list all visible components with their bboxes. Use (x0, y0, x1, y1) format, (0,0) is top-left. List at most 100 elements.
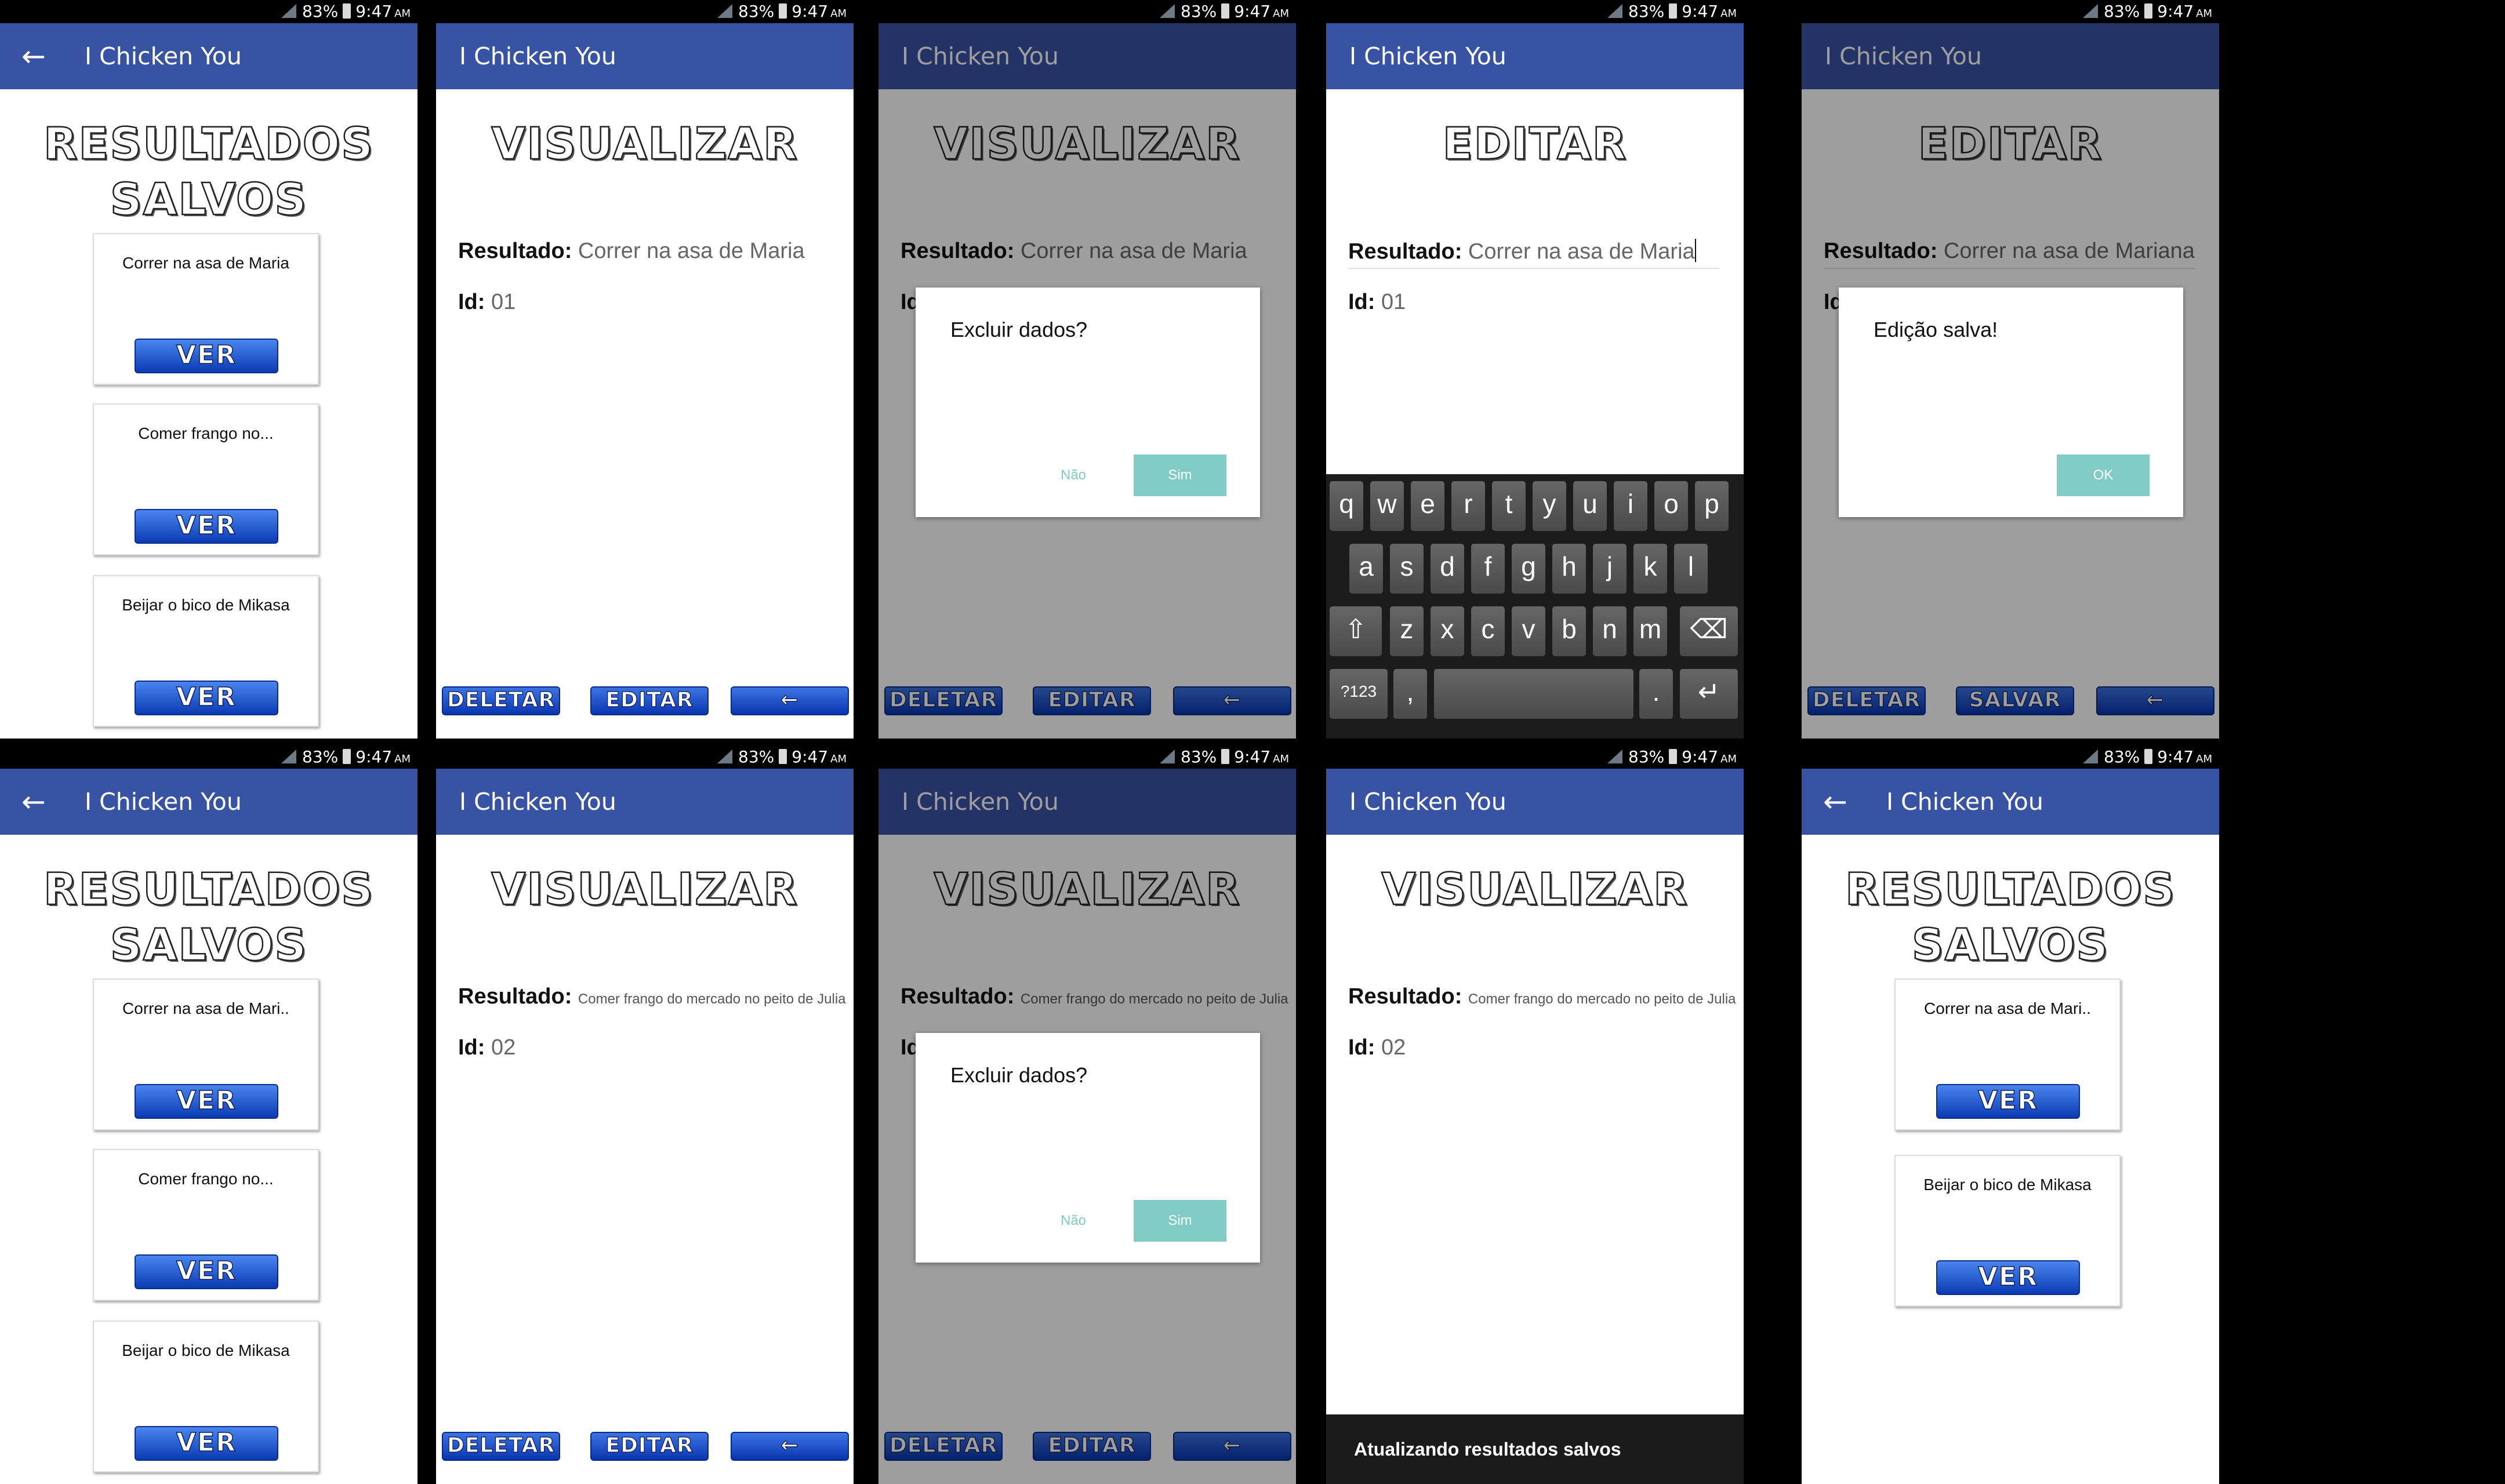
key-o[interactable]: o (1654, 481, 1688, 531)
screen-view-delete-dialog: 83% 9:47 AM I Chicken You VISUALIZAR Resul… (878, 745, 1296, 1484)
key-d[interactable]: d (1431, 544, 1464, 594)
key-i[interactable]: i (1614, 481, 1647, 531)
card-title: Comer frango no... (138, 1170, 274, 1188)
app-title: I Chicken You (1349, 42, 1506, 70)
dialog-no-button[interactable]: Não (1061, 467, 1086, 483)
app-bar: I Chicken You (1326, 23, 1744, 89)
edit-button[interactable]: EDITAR (590, 1432, 709, 1461)
app-bar: ← I Chicken You (0, 769, 418, 835)
snackbar: Atualizando resultados salvos (1326, 1414, 1744, 1484)
status-bar: 83% 9:47 AM (0, 0, 418, 23)
dialog-message: Excluir dados? (950, 318, 1088, 341)
battery-icon (779, 3, 787, 19)
card-title: Beijar o bico de Mikasa (1923, 1176, 2092, 1194)
view-button[interactable]: VER (135, 509, 278, 544)
key-r[interactable]: r (1451, 481, 1485, 531)
status-bar: 83% 9:47 AM (1802, 0, 2219, 23)
result-field: Resultado: Comer frango do mercado no pe… (458, 984, 846, 1009)
key-l[interactable]: l (1674, 544, 1708, 594)
key-h[interactable]: h (1552, 544, 1586, 594)
space-key[interactable] (1434, 669, 1633, 719)
id-value: 01 (1381, 290, 1406, 314)
view-button[interactable]: VER (135, 681, 278, 715)
backspace-key-icon[interactable]: ⌫ (1680, 606, 1738, 656)
dialog-yes-button[interactable]: Sim (1134, 1200, 1226, 1242)
shift-key-icon[interactable]: ⇧ (1330, 606, 1382, 656)
view-button[interactable]: VER (135, 339, 278, 373)
dialog-ok-button[interactable]: OK (2057, 454, 2150, 496)
view-button[interactable]: VER (1936, 1084, 2080, 1119)
signal-icon (1607, 4, 1623, 18)
numbers-key[interactable]: ?123 (1330, 669, 1388, 719)
battery-icon (1221, 749, 1230, 764)
key-z[interactable]: z (1390, 606, 1424, 656)
back-arrow-icon[interactable]: ← (16, 23, 51, 89)
page-heading: RESULTADOS (43, 117, 374, 170)
enter-key-icon[interactable]: ↵ (1680, 669, 1738, 719)
signal-icon (1607, 750, 1623, 763)
page-heading-line2: SALVOS (1911, 918, 2110, 972)
view-button[interactable]: VER (135, 1084, 278, 1119)
dialog-yes-button[interactable]: Sim (1134, 454, 1226, 496)
back-button[interactable]: ← (731, 686, 849, 715)
battery-icon (1669, 749, 1678, 764)
key-y[interactable]: y (1533, 481, 1566, 531)
status-bar: 83% 9:47 AM (878, 0, 1296, 23)
key-q[interactable]: q (1330, 481, 1363, 531)
page-heading-line2: SALVOS (110, 918, 308, 972)
battery-icon (2144, 749, 2153, 764)
dialog-no-button[interactable]: Não (1061, 1213, 1086, 1229)
delete-button[interactable]: DELETAR (442, 686, 560, 715)
key-m[interactable]: m (1633, 606, 1667, 656)
view-button[interactable]: VER (135, 1426, 278, 1461)
comma-key[interactable]: , (1393, 669, 1427, 719)
key-f[interactable]: f (1471, 544, 1505, 594)
key-u[interactable]: u (1573, 481, 1607, 531)
screen-view-result: 83% 9:47 AM I Chicken You VISUALIZAR Resul… (436, 0, 854, 739)
key-j[interactable]: j (1593, 544, 1627, 594)
delete-button[interactable]: DELETAR (442, 1432, 560, 1461)
status-bar: 83% 9:47 AM (436, 745, 854, 769)
key-a[interactable]: a (1349, 544, 1383, 594)
key-v[interactable]: v (1512, 606, 1545, 656)
result-card: Correr na asa de Maria VER (93, 233, 319, 385)
card-title: Correr na asa de Maria (122, 254, 289, 272)
status-bar: 83% 9:47 AM (436, 0, 854, 23)
key-w[interactable]: w (1370, 481, 1404, 531)
page-heading: VISUALIZAR (491, 863, 798, 916)
view-button[interactable]: VER (1936, 1260, 2080, 1295)
key-c[interactable]: c (1471, 606, 1505, 656)
key-s[interactable]: s (1390, 544, 1424, 594)
keyboard: q w e r t y u i o p a s d f g h j k l ⇧ … (1326, 474, 1744, 739)
screen-view-snackbar: 83% 9:47 AM I Chicken You VISUALIZAR Resul… (1326, 745, 1744, 1484)
key-t[interactable]: t (1492, 481, 1526, 531)
app-title: I Chicken You (459, 42, 616, 70)
back-button[interactable]: ← (731, 1432, 849, 1461)
result-input[interactable]: Correr na asa de Maria (1468, 239, 1695, 264)
period-key[interactable]: . (1639, 669, 1673, 719)
key-n[interactable]: n (1593, 606, 1627, 656)
edit-button[interactable]: EDITAR (590, 686, 709, 715)
card-title: Beijar o bico de Mikasa (122, 596, 290, 614)
view-button[interactable]: VER (135, 1254, 278, 1289)
result-card: Comer frango no... VER (93, 1149, 319, 1301)
result-card: Correr na asa de Mari.. VER (93, 979, 319, 1130)
back-arrow-icon[interactable]: ← (1818, 769, 1853, 835)
result-value: Comer frango do mercado no peito de Juli… (578, 991, 846, 1007)
key-p[interactable]: p (1695, 481, 1729, 531)
app-title: I Chicken You (1349, 788, 1506, 816)
key-g[interactable]: g (1512, 544, 1545, 594)
signal-icon (281, 4, 297, 18)
app-title: I Chicken You (459, 788, 616, 816)
id-field: Id: 01 (1348, 290, 1406, 314)
signal-icon (717, 750, 733, 763)
result-field: Resultado: Comer frango do mercado no pe… (1348, 984, 1736, 1009)
key-b[interactable]: b (1552, 606, 1586, 656)
status-bar: 83% 9:47 AM (1326, 745, 1744, 769)
key-k[interactable]: k (1633, 544, 1667, 594)
app-title: I Chicken You (85, 42, 242, 70)
key-x[interactable]: x (1431, 606, 1464, 656)
back-arrow-icon[interactable]: ← (16, 769, 51, 835)
screen-view-delete-dialog: 83% 9:47 AM I Chicken You VISUALIZAR Resul… (878, 0, 1296, 739)
key-e[interactable]: e (1411, 481, 1444, 531)
